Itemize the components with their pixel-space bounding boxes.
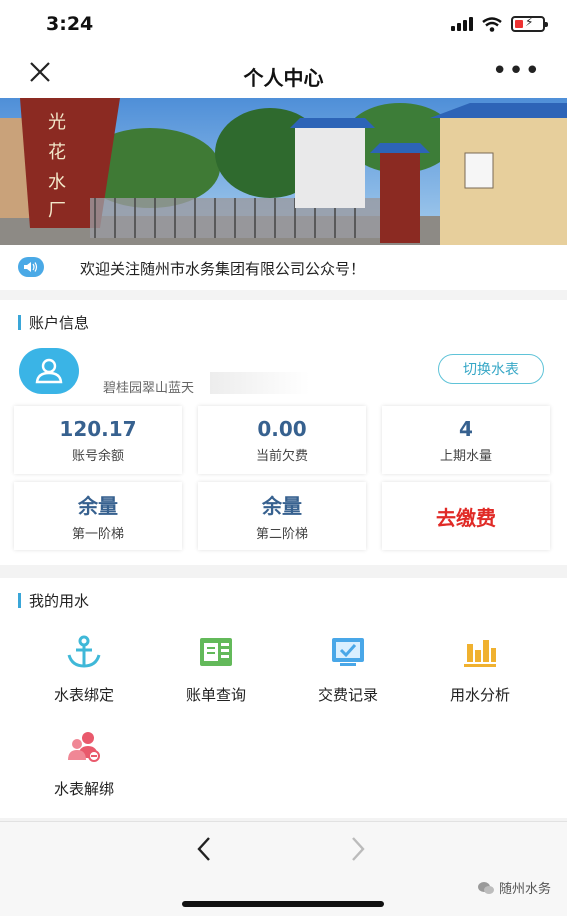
account-section-title: 账户信息 bbox=[29, 314, 90, 332]
my-water-card: 我的用水 水表绑定 账单查询 交费记录 用水分析 水表解绑 bbox=[0, 578, 567, 818]
screen: 3:24 ⚡ 个人中心 ••• 光 花 水 厂 欢迎关注随州市水务集团有限公司公… bbox=[0, 0, 567, 916]
last-usage-value: 4 bbox=[459, 416, 473, 441]
section-marker bbox=[18, 593, 21, 608]
bill-query-label: 账单查询 bbox=[185, 686, 246, 704]
status-time: 3:24 bbox=[46, 13, 94, 35]
chevron-left-icon bbox=[197, 837, 210, 861]
usage-analysis-label: 用水分析 bbox=[449, 686, 510, 704]
unbind-icon bbox=[66, 728, 102, 764]
svg-text:花: 花 bbox=[48, 142, 66, 163]
watermark: 随州水务 bbox=[477, 878, 551, 897]
section-marker bbox=[18, 315, 21, 330]
notice-text: 欢迎关注随州市水务集团有限公司公众号！ bbox=[80, 260, 366, 278]
wechat-logo-icon bbox=[477, 881, 494, 894]
payment-record-label: 交费记录 bbox=[317, 686, 378, 704]
more-button[interactable]: ••• bbox=[492, 58, 541, 84]
battery-icon: ⚡ bbox=[511, 15, 548, 32]
tier2-label: 第二阶梯 bbox=[255, 527, 308, 542]
svg-text:光: 光 bbox=[48, 112, 66, 133]
forward-button[interactable] bbox=[350, 836, 366, 869]
signal-icon bbox=[451, 17, 473, 31]
bill-icon bbox=[198, 634, 234, 670]
pay-bill-label: 去缴费 bbox=[436, 505, 496, 530]
status-bar: 3:24 ⚡ bbox=[0, 0, 567, 50]
meter-unbind-button[interactable]: 水表解绑 bbox=[18, 724, 150, 818]
balance-label: 账号余额 bbox=[71, 448, 124, 464]
account-section-header: 账户信息 bbox=[18, 312, 89, 333]
bar-chart-icon bbox=[462, 634, 498, 670]
speaker-icon bbox=[18, 257, 44, 277]
tier2-value: 余量 bbox=[262, 494, 302, 518]
pay-bill-button[interactable]: 去缴费 bbox=[382, 482, 550, 550]
stat-last-usage: 4 上期水量 bbox=[382, 406, 550, 474]
water-section-title: 我的用水 bbox=[29, 592, 90, 610]
back-button[interactable] bbox=[196, 836, 212, 869]
last-usage-label: 上期水量 bbox=[439, 448, 492, 464]
bill-query-button[interactable]: 账单查询 bbox=[150, 630, 282, 724]
arrears-label: 当前欠费 bbox=[255, 448, 308, 464]
svg-text:水: 水 bbox=[48, 172, 66, 193]
meter-address: 碧桂园翠山蓝天 bbox=[103, 381, 195, 396]
stat-tier2: 余量 第二阶梯 bbox=[198, 482, 366, 550]
notice-bar: 欢迎关注随州市水务集团有限公司公众号！ bbox=[0, 245, 567, 290]
user-icon bbox=[35, 358, 63, 384]
avatar bbox=[19, 348, 79, 394]
svg-text:厂: 厂 bbox=[48, 200, 66, 221]
payment-record-button[interactable]: 交费记录 bbox=[282, 630, 414, 724]
anchor-icon bbox=[66, 634, 102, 670]
account-info-card: 账户信息 碧桂园翠山蓝天 切换水表 120.17 账号余额 0.00 当前欠费 … bbox=[0, 300, 567, 565]
payment-record-icon bbox=[330, 634, 366, 670]
chevron-right-icon bbox=[352, 837, 365, 861]
stat-tier1: 余量 第一阶梯 bbox=[14, 482, 182, 550]
tier1-label: 第一阶梯 bbox=[71, 527, 124, 542]
stat-balance: 120.17 账号余额 bbox=[14, 406, 182, 474]
status-icons: ⚡ bbox=[451, 15, 548, 32]
water-services-grid: 水表绑定 账单查询 交费记录 用水分析 水表解绑 bbox=[18, 630, 548, 818]
switch-meter-button[interactable]: 切换水表 bbox=[438, 354, 544, 384]
meter-bind-button[interactable]: 水表绑定 bbox=[18, 630, 150, 724]
page-title: 个人中心 bbox=[243, 66, 324, 90]
nav-bar: 个人中心 ••• bbox=[0, 50, 567, 98]
home-indicator bbox=[182, 901, 384, 907]
address-redaction bbox=[210, 372, 310, 394]
arrears-value: 0.00 bbox=[257, 416, 307, 441]
wifi-icon bbox=[482, 16, 502, 32]
usage-analysis-button[interactable]: 用水分析 bbox=[414, 630, 546, 724]
meter-bind-label: 水表绑定 bbox=[53, 686, 114, 704]
balance-value: 120.17 bbox=[59, 416, 137, 441]
tier1-value: 余量 bbox=[78, 494, 118, 518]
watermark-text: 随州水务 bbox=[498, 882, 551, 897]
meter-unbind-label: 水表解绑 bbox=[53, 780, 114, 798]
banner-image: 光 花 水 厂 bbox=[0, 98, 567, 245]
stat-arrears: 0.00 当前欠费 bbox=[198, 406, 366, 474]
account-stats: 120.17 账号余额 0.00 当前欠费 4 上期水量 余量 第一阶梯 余量 … bbox=[14, 406, 550, 550]
browser-toolbar: 随州水务 bbox=[0, 821, 567, 916]
water-section-header: 我的用水 bbox=[18, 590, 89, 611]
